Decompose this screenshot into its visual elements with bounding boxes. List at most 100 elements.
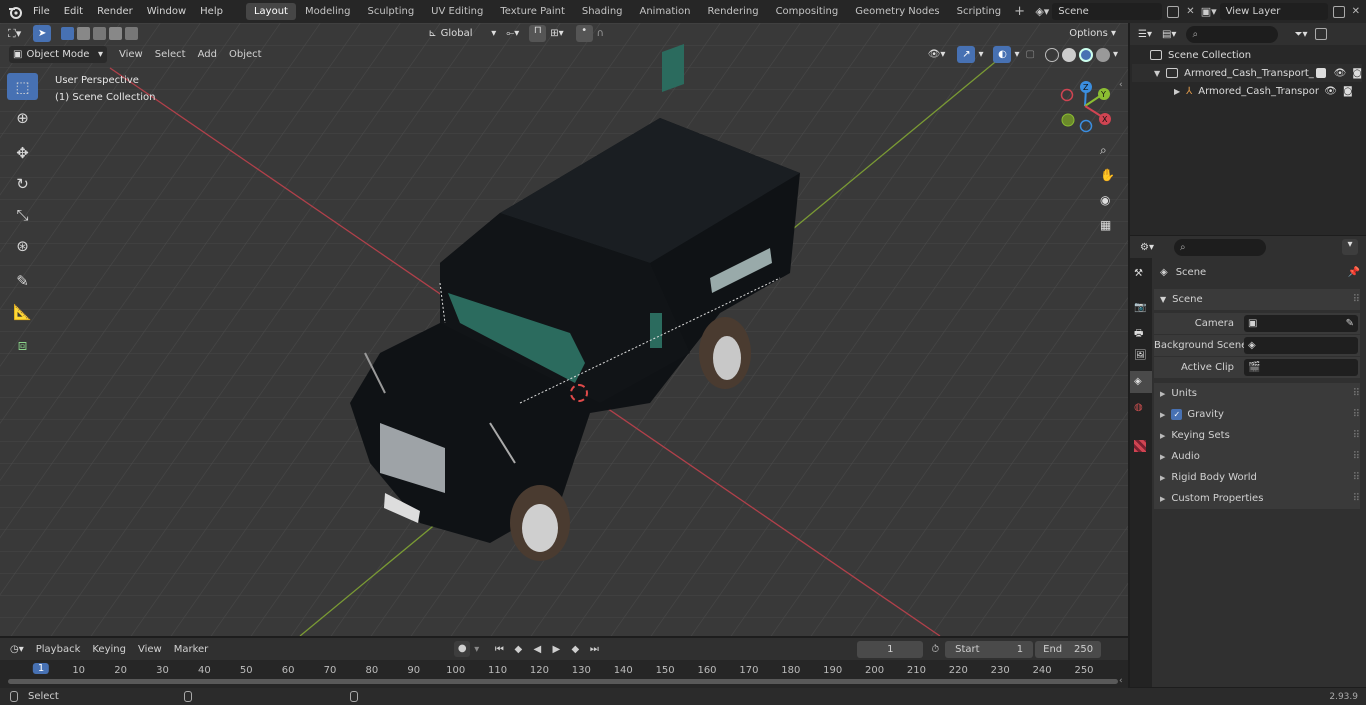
outliner-row-object[interactable]: ▶ ⅄ Armored_Cash_Transpor 👁 ◙: [1132, 82, 1362, 100]
section-audio[interactable]: ▶ Audio ⠿: [1154, 446, 1360, 467]
menu-window[interactable]: Window: [140, 0, 193, 23]
play-icon[interactable]: ▶: [548, 644, 564, 655]
section-custom-properties[interactable]: ▶ Custom Properties ⠿: [1154, 488, 1360, 509]
drag-handle-icon[interactable]: ⠿: [1353, 294, 1360, 305]
transform-orientation-dropdown[interactable]: ⊾ Global ▾: [428, 25, 496, 42]
prev-keyframe-icon[interactable]: ◆: [510, 644, 526, 655]
select-invert-icon[interactable]: [109, 27, 123, 40]
pin-icon[interactable]: 📌: [1348, 267, 1360, 278]
options-dropdown[interactable]: Options ▾: [1063, 25, 1122, 42]
shading-dropdown-icon[interactable]: ▾: [1113, 49, 1118, 60]
tab-modeling[interactable]: Modeling: [297, 3, 359, 20]
select-box-tool-icon[interactable]: ⬚: [7, 73, 38, 100]
render-tab-icon[interactable]: 📷: [1134, 302, 1146, 313]
tab-uv-editing[interactable]: UV Editing: [423, 3, 491, 20]
drag-handle-icon[interactable]: ⠿: [1353, 409, 1360, 420]
timeline-menu-marker[interactable]: Marker: [168, 641, 215, 658]
new-view-layer-icon[interactable]: [1332, 5, 1345, 18]
solid-shading-icon[interactable]: [1061, 47, 1076, 62]
move-tool-icon[interactable]: ✥: [7, 139, 38, 166]
selection-modes[interactable]: [61, 27, 139, 40]
end-frame-field[interactable]: End 250: [1035, 640, 1102, 658]
render-camera-icon[interactable]: ◙: [1343, 86, 1353, 97]
viewport-menu-add[interactable]: Add: [192, 46, 223, 63]
material-shading-icon[interactable]: [1078, 47, 1093, 62]
menu-file[interactable]: File: [26, 0, 57, 23]
current-frame-field[interactable]: 1: [857, 640, 924, 658]
tool-tab-icon[interactable]: ⚒: [1134, 268, 1143, 279]
select-subtract-icon[interactable]: [93, 27, 107, 40]
exclude-checkbox[interactable]: [1315, 68, 1326, 78]
properties-options-icon[interactable]: ▾: [1342, 239, 1358, 255]
stopwatch-icon[interactable]: ⏱: [931, 644, 939, 655]
drag-handle-icon[interactable]: ⠿: [1353, 430, 1360, 441]
tab-layout[interactable]: Layout: [245, 3, 296, 20]
scale-tool-icon[interactable]: ⤡: [7, 201, 38, 228]
transform-tool-icon[interactable]: ⊛: [7, 232, 38, 259]
gizmo-dropdown-icon[interactable]: ▾: [978, 49, 983, 60]
collapse-arrow-icon[interactable]: ▶: [1174, 87, 1180, 96]
world-tab-icon[interactable]: ◍: [1134, 402, 1143, 413]
armored-truck-model[interactable]: [0, 23, 1128, 636]
object-mode-dropdown[interactable]: ▣ Object Mode ▾: [9, 46, 107, 63]
outliner-search-input[interactable]: ⌕: [1186, 25, 1279, 43]
overlay-dropdown-icon[interactable]: ▾: [1014, 49, 1019, 60]
next-keyframe-icon[interactable]: ◆: [567, 644, 583, 655]
viewport-menu-select[interactable]: Select: [149, 46, 192, 63]
rendered-shading-icon[interactable]: [1095, 47, 1110, 62]
select-intersect-icon[interactable]: [125, 27, 139, 40]
expand-arrow-icon[interactable]: ▼: [1154, 69, 1160, 78]
timeline-menu-keying[interactable]: Keying: [86, 641, 132, 658]
view-layer-selector[interactable]: ▣▾ View Layer ✕: [1201, 3, 1360, 20]
drag-handle-icon[interactable]: ⠿: [1353, 493, 1360, 504]
drag-handle-icon[interactable]: ⠿: [1353, 451, 1360, 462]
eyedropper-icon[interactable]: ✎: [1346, 318, 1354, 329]
wireframe-shading-icon[interactable]: [1044, 47, 1059, 62]
timeline-menu-view[interactable]: View: [132, 641, 168, 658]
jump-start-icon[interactable]: ⏮: [491, 644, 507, 655]
rotate-tool-icon[interactable]: ↻: [7, 170, 38, 197]
delete-scene-icon[interactable]: ✕: [1186, 6, 1194, 17]
render-camera-icon[interactable]: ◙: [1352, 68, 1362, 79]
editor-type-icon[interactable]: ⛶▾: [8, 27, 21, 41]
timeline-menu-playback[interactable]: Playback: [30, 641, 87, 658]
camera-view-icon[interactable]: ◉: [1100, 193, 1110, 207]
output-tab-icon[interactable]: 🖶: [1134, 326, 1143, 343]
background-scene-field[interactable]: ◈: [1244, 337, 1358, 354]
navigation-gizmo[interactable]: Z Y X: [1055, 78, 1115, 133]
pivot-point-icon[interactable]: ⟜▾: [506, 28, 519, 39]
camera-field[interactable]: ▣ ✎: [1244, 315, 1358, 332]
tab-rendering[interactable]: Rendering: [699, 3, 766, 20]
section-gravity[interactable]: ▶ ✓ Gravity ⠿: [1154, 404, 1360, 425]
3d-viewport[interactable]: User Perspective (1) Scene Collection Z …: [0, 23, 1128, 636]
overlay-toggle-icon[interactable]: ◐: [993, 46, 1012, 63]
menu-edit[interactable]: Edit: [57, 0, 90, 23]
tab-geometry-nodes[interactable]: Geometry Nodes: [847, 3, 947, 20]
xray-toggle-icon[interactable]: ▢: [1026, 49, 1035, 60]
menu-help[interactable]: Help: [193, 0, 230, 23]
hide-eye-icon[interactable]: 👁: [1334, 68, 1347, 79]
hide-eye-icon[interactable]: 👁: [1324, 86, 1337, 97]
autokey-icon[interactable]: ●: [454, 641, 471, 657]
zoom-view-icon[interactable]: ⌕: [1100, 143, 1107, 158]
drag-handle-icon[interactable]: ⠿: [1353, 472, 1360, 483]
tab-scripting[interactable]: Scripting: [949, 3, 1009, 20]
scene-panel-header[interactable]: ▼ Scene ⠿: [1154, 289, 1360, 310]
active-clip-field[interactable]: 🎬: [1244, 359, 1358, 376]
properties-editor-icon[interactable]: ⚙▾: [1140, 242, 1154, 253]
tab-animation[interactable]: Animation: [632, 3, 699, 20]
pan-view-icon[interactable]: ✋: [1100, 168, 1115, 182]
viewport-menu-view[interactable]: View: [113, 46, 149, 63]
play-reverse-icon[interactable]: ◀: [529, 644, 545, 655]
cursor-tool-icon[interactable]: ⊕: [7, 104, 38, 131]
texture-tab-icon[interactable]: [1134, 440, 1146, 452]
snap-toggle-icon[interactable]: ⊓: [529, 25, 547, 42]
blender-logo-icon[interactable]: [4, 0, 26, 23]
new-collection-icon[interactable]: [1315, 28, 1328, 40]
measure-tool-icon[interactable]: 📐: [7, 298, 38, 325]
add-cube-tool-icon[interactable]: ⧈: [7, 331, 38, 358]
tab-compositing[interactable]: Compositing: [768, 3, 847, 20]
outliner-row-collection[interactable]: ▼ Armored_Cash_Transport_Ca 👁 ◙: [1132, 64, 1362, 82]
proportional-edit-icon[interactable]: •: [575, 25, 593, 42]
timeline-side-icon[interactable]: ‹: [1119, 676, 1123, 686]
